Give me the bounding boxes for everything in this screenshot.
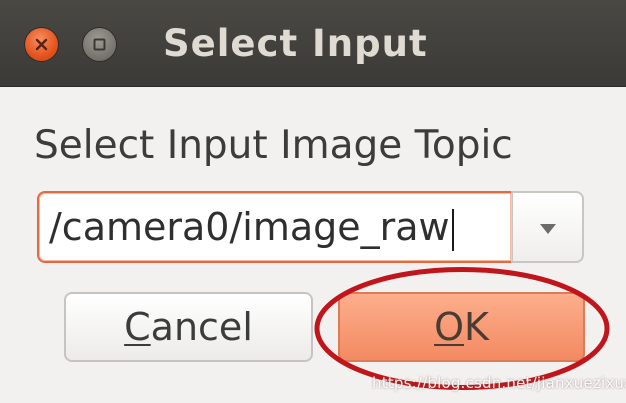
- topic-combo-box[interactable]: /camera0/image_raw: [37, 191, 584, 263]
- ok-button-label: K: [464, 305, 489, 349]
- ok-button-mnemonic: O: [434, 305, 464, 349]
- combo-separator: [511, 193, 512, 261]
- ok-button[interactable]: OK: [338, 292, 585, 362]
- close-icon: [35, 38, 48, 51]
- topic-dropdown-button[interactable]: [511, 191, 584, 263]
- window-title: Select Input: [163, 22, 428, 65]
- topic-input-value-wrap: /camera0/image_raw: [49, 202, 454, 252]
- watermark: https://blog.csdn.net/jianxuezixuan: [372, 374, 626, 392]
- maximize-window-button[interactable]: [83, 28, 116, 61]
- dialog-window: Select Input Select Input Image Topic /c…: [0, 0, 626, 403]
- topic-input-value: /camera0/image_raw: [49, 205, 450, 249]
- maximize-icon: [93, 38, 106, 51]
- title-bar[interactable]: Select Input: [0, 0, 626, 87]
- topic-input[interactable]: /camera0/image_raw: [37, 191, 511, 263]
- text-cursor: [451, 208, 454, 251]
- cancel-button-mnemonic: C: [124, 305, 151, 349]
- chevron-down-icon: [540, 224, 556, 234]
- cancel-button-label: ancel: [150, 305, 253, 349]
- topic-label: Select Input Image Topic: [34, 123, 513, 168]
- cancel-button[interactable]: Cancel: [64, 292, 313, 362]
- close-window-button[interactable]: [25, 28, 58, 61]
